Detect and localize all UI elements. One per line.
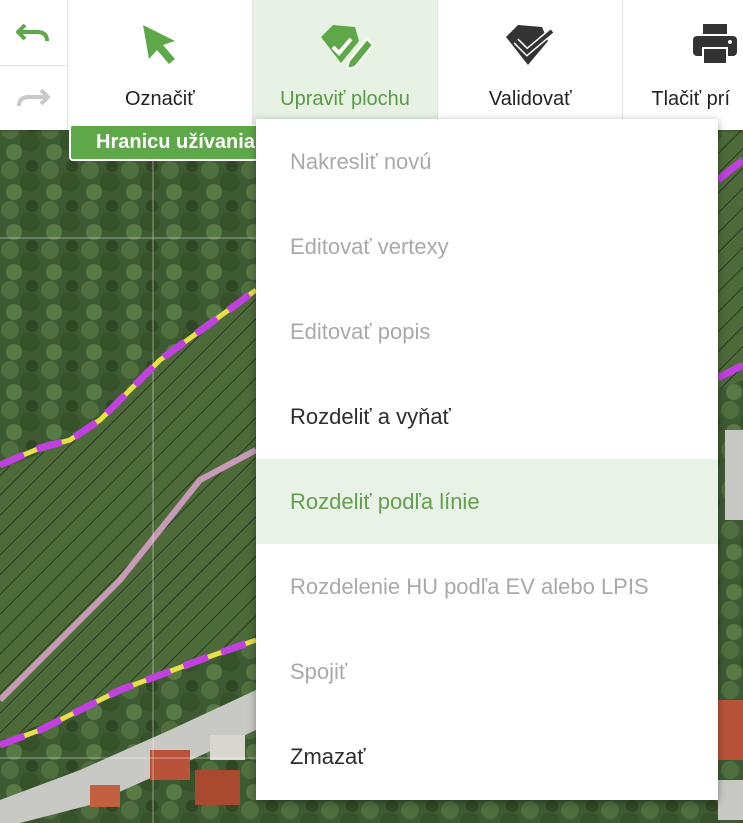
menu-item-delete[interactable]: Zmazať (256, 714, 718, 799)
tool-print[interactable]: Tlačiť prí (623, 0, 743, 130)
tool-label: Tlačiť prí (651, 88, 730, 110)
tool-select[interactable]: Označiť (68, 0, 253, 130)
mode-badge: Hranicu užívania (69, 124, 269, 161)
menu-item-draw-new[interactable]: Nakresliť novú (256, 119, 718, 204)
redo-button[interactable] (0, 65, 67, 130)
history-controls (0, 0, 68, 130)
menu-item-edit-label[interactable]: Editovať popis (256, 289, 718, 374)
tool-label: Označiť (124, 88, 195, 110)
edit-area-menu: Nakresliť novú Editovať vertexy Editovať… (256, 119, 718, 800)
redo-icon (17, 88, 51, 107)
menu-item-split-by-line[interactable]: Rozdeliť podľa línie (256, 459, 718, 544)
menu-item-merge[interactable]: Spojiť (256, 629, 718, 714)
tool-validate[interactable]: Validovať (438, 0, 624, 130)
tool-label: Upraviť plochu (280, 88, 410, 110)
printer-icon (693, 24, 738, 65)
undo-button[interactable] (0, 0, 67, 65)
menu-item-edit-vertices[interactable]: Editovať vertexy (256, 204, 718, 289)
cursor-arrow-icon (142, 25, 175, 64)
validate-polygon-icon (506, 25, 555, 65)
toolbar: Označiť Upraviť plochu Validovať Tlačiť … (0, 0, 743, 130)
undo-icon (16, 23, 50, 41)
tool-edit-area[interactable]: Upraviť plochu (252, 0, 439, 130)
menu-item-split-and-remove[interactable]: Rozdeliť a vyňať (256, 374, 718, 459)
tool-label: Validovať (488, 88, 572, 110)
menu-item-split-by-ev-lpis[interactable]: Rozdelenie HU podľa EV alebo LPIS (256, 544, 718, 629)
edit-polygon-icon (321, 25, 375, 69)
